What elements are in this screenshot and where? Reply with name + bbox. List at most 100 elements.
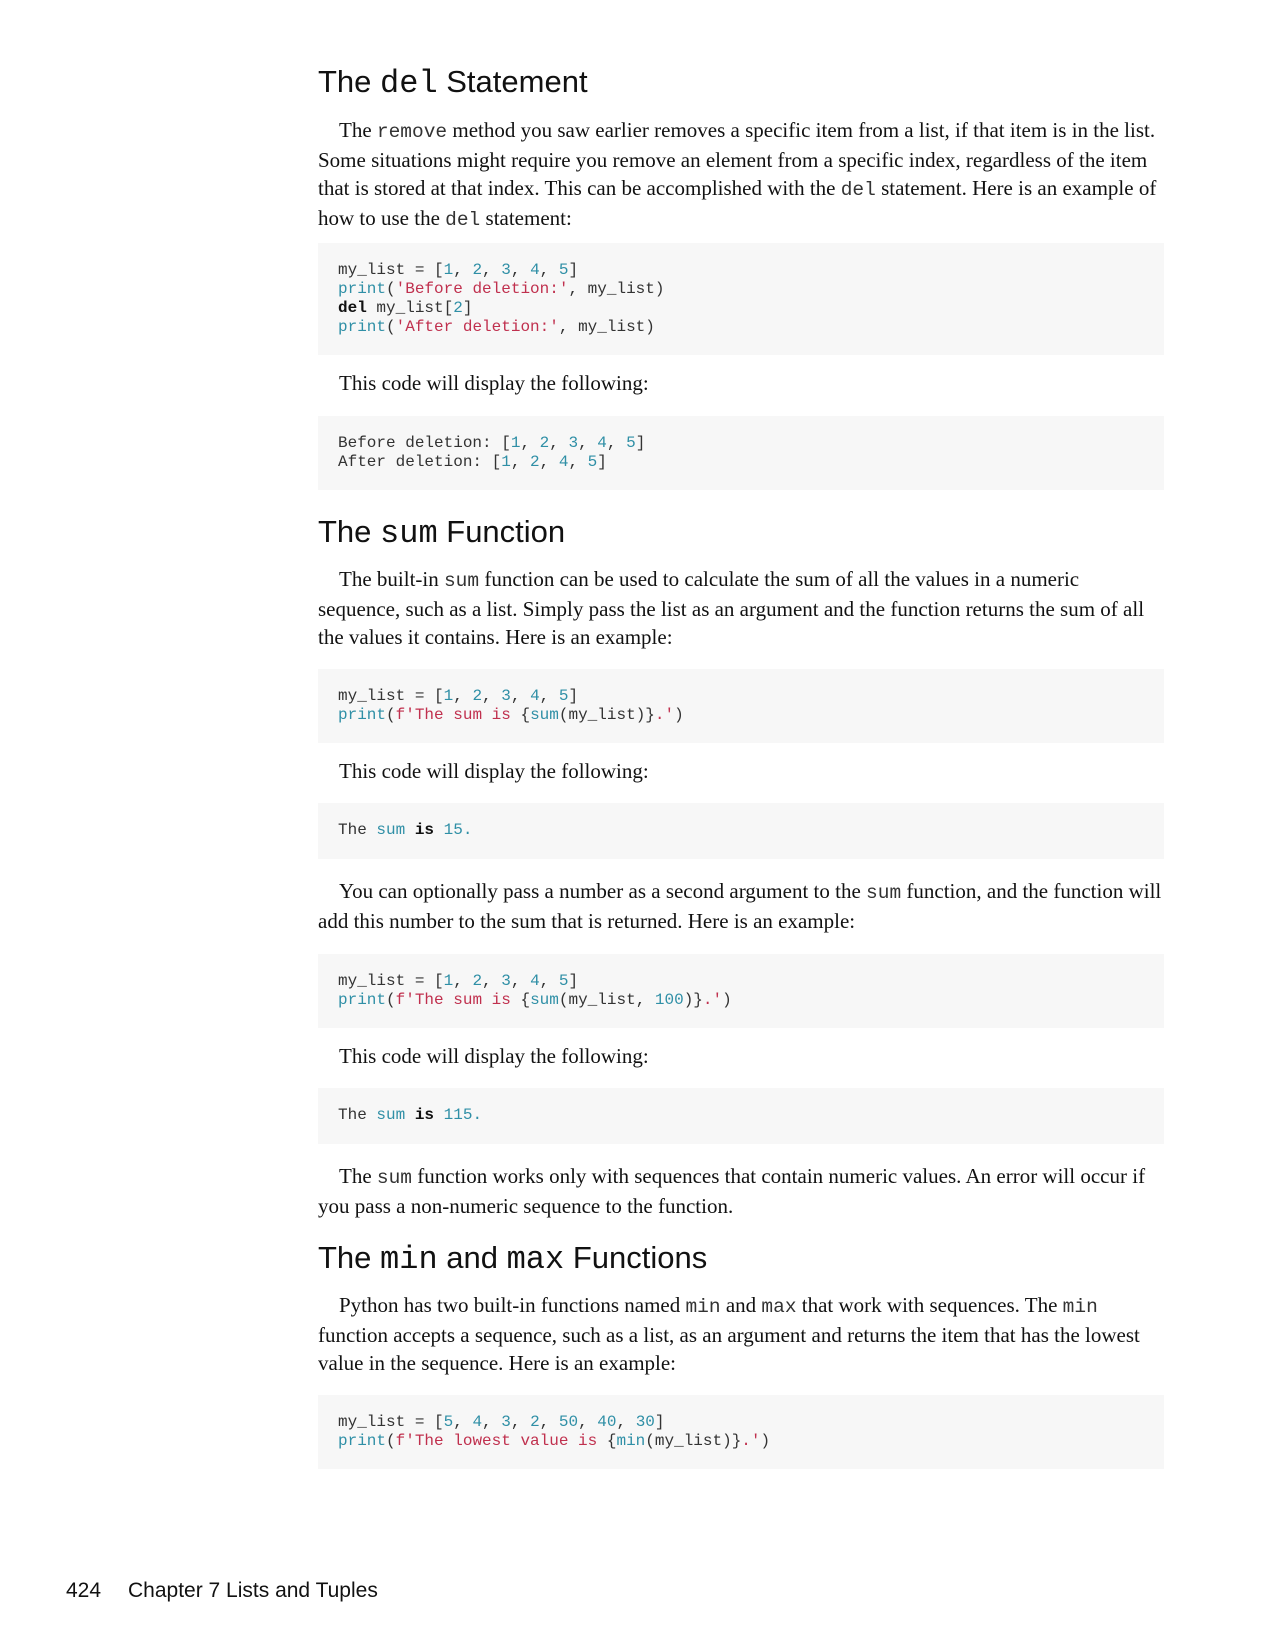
code-text: The	[338, 1106, 377, 1124]
code-text: {	[520, 991, 531, 1009]
paragraph-text: This code will display the following:	[339, 759, 649, 783]
code-text: )	[674, 706, 684, 724]
code-text: ,	[510, 687, 531, 705]
code-builtin: print	[338, 318, 387, 336]
code-text: ]	[597, 453, 607, 471]
code-number: 2	[472, 972, 483, 990]
heading-min-max-functions: The min and max Functions	[318, 1238, 1164, 1278]
code-number: 4	[597, 434, 607, 452]
page-content: The del Statement The remove method you …	[318, 62, 1164, 1469]
code-text: ,	[510, 972, 531, 990]
code-number: 4	[530, 261, 540, 279]
code-number: 30	[635, 1413, 655, 1431]
code-number: 5	[443, 1413, 454, 1431]
code-text: ,	[578, 1413, 598, 1431]
code-number: 2	[530, 453, 540, 471]
heading-text: Function	[437, 514, 566, 549]
code-line: my_list = [1, 2, 3, 4, 5]	[338, 261, 1144, 280]
code-text: ,	[539, 972, 559, 990]
paragraph-text: The built-in	[339, 567, 444, 591]
code-line: Before deletion: [1, 2, 3, 4, 5]	[338, 434, 1144, 453]
code-text: ,	[539, 453, 559, 471]
code-text: ,	[482, 1413, 502, 1431]
page-footer: 424 Chapter 7 Lists and Tuples	[66, 1579, 378, 1603]
code-number: 2	[539, 434, 550, 452]
code-block-sum-second-arg: my_list = [1, 2, 3, 4, 5] print(f'The sum…	[318, 954, 1164, 1028]
code-string: 'After deletion:'	[395, 318, 559, 336]
inline-code: max	[761, 1296, 797, 1318]
heading-text: The	[318, 1240, 381, 1275]
code-text: ]	[568, 687, 579, 705]
heading-text: The	[318, 514, 381, 549]
output-block-del: Before deletion: [1, 2, 3, 4, 5] After de…	[318, 416, 1164, 490]
code-text: After deletion: [	[338, 453, 502, 471]
code-text: ,	[510, 261, 531, 279]
code-number: 1	[443, 261, 454, 279]
heading-code: sum	[380, 515, 438, 552]
paragraph-text: that work with sequences. The	[796, 1293, 1063, 1317]
book-page: The del Statement The remove method you …	[0, 0, 1275, 1632]
code-text: (	[386, 1432, 396, 1450]
code-string: f'The sum is	[395, 991, 521, 1009]
code-number: 3	[501, 261, 511, 279]
code-line: print(f'The lowest value is {min(my_list…	[338, 1432, 1144, 1451]
code-line: The sum is 115.	[338, 1106, 1144, 1125]
code-number: 3	[501, 687, 511, 705]
code-text: ,	[539, 261, 559, 279]
code-text: my_list = [	[338, 261, 444, 279]
code-text: , my_list)	[568, 280, 665, 298]
code-text: (	[386, 706, 396, 724]
code-text: ,	[568, 453, 588, 471]
paragraph-text: Python has two built-in functions named	[339, 1293, 686, 1317]
code-builtin: sum	[530, 991, 559, 1009]
code-number: 15.	[443, 821, 473, 839]
code-builtin: sum	[376, 1106, 406, 1124]
inline-code: remove	[376, 121, 448, 143]
code-number: 2	[530, 1413, 540, 1431]
paragraph-text: The	[339, 118, 377, 142]
code-number: 2	[472, 687, 483, 705]
paragraph-text: This code will display the following:	[339, 371, 649, 395]
code-text: )	[760, 1432, 771, 1450]
code-line: After deletion: [1, 2, 4, 5]	[338, 453, 1144, 472]
code-builtin: print	[338, 706, 387, 724]
code-text: ,	[510, 453, 531, 471]
code-string: .'	[702, 991, 723, 1009]
paragraph-min-max-intro: Python has two built-in functions named …	[318, 1291, 1164, 1375]
code-number: 3	[568, 434, 579, 452]
paragraph-text: This code will display the following:	[339, 1044, 649, 1068]
code-text: my_list = [	[338, 972, 444, 990]
output-block-sum: The sum is 15.	[318, 803, 1164, 859]
code-text: ,	[453, 261, 473, 279]
code-text: (	[386, 991, 396, 1009]
code-text: ,	[453, 1413, 473, 1431]
heading-text: Statement	[437, 64, 588, 99]
code-block-sum-example: my_list = [1, 2, 3, 4, 5] print(f'The sum…	[318, 669, 1164, 743]
code-text: my_list[	[366, 299, 454, 317]
code-number: 1	[510, 434, 521, 452]
code-number: 1	[443, 972, 454, 990]
code-string: f'The sum is	[395, 706, 521, 724]
code-text: The	[338, 821, 377, 839]
code-string: f'The lowest value is	[395, 1432, 607, 1450]
code-text: (my_list)}	[558, 706, 655, 724]
paragraph-del-output-intro: This code will display the following:	[318, 369, 1164, 397]
code-text: (my_list,	[558, 991, 655, 1009]
inline-code: sum	[866, 882, 902, 904]
code-number: 5	[587, 453, 598, 471]
code-text: Before deletion: [	[338, 434, 511, 452]
heading-code: max	[506, 1241, 565, 1278]
code-number: 3	[501, 1413, 511, 1431]
code-keyword: is	[414, 821, 435, 839]
code-text: ,	[539, 1413, 559, 1431]
code-text: ]	[568, 261, 579, 279]
paragraph-sum-intro: The built-in sum function can be used to…	[318, 565, 1164, 649]
code-builtin: print	[338, 1432, 387, 1450]
inline-code: sum	[376, 1167, 413, 1189]
heading-text: Functions	[564, 1240, 708, 1275]
code-number: 100	[654, 991, 684, 1009]
code-builtin: sum	[376, 821, 406, 839]
code-string: .'	[654, 706, 675, 724]
code-text: ,	[616, 1413, 636, 1431]
code-number: 4	[530, 687, 540, 705]
